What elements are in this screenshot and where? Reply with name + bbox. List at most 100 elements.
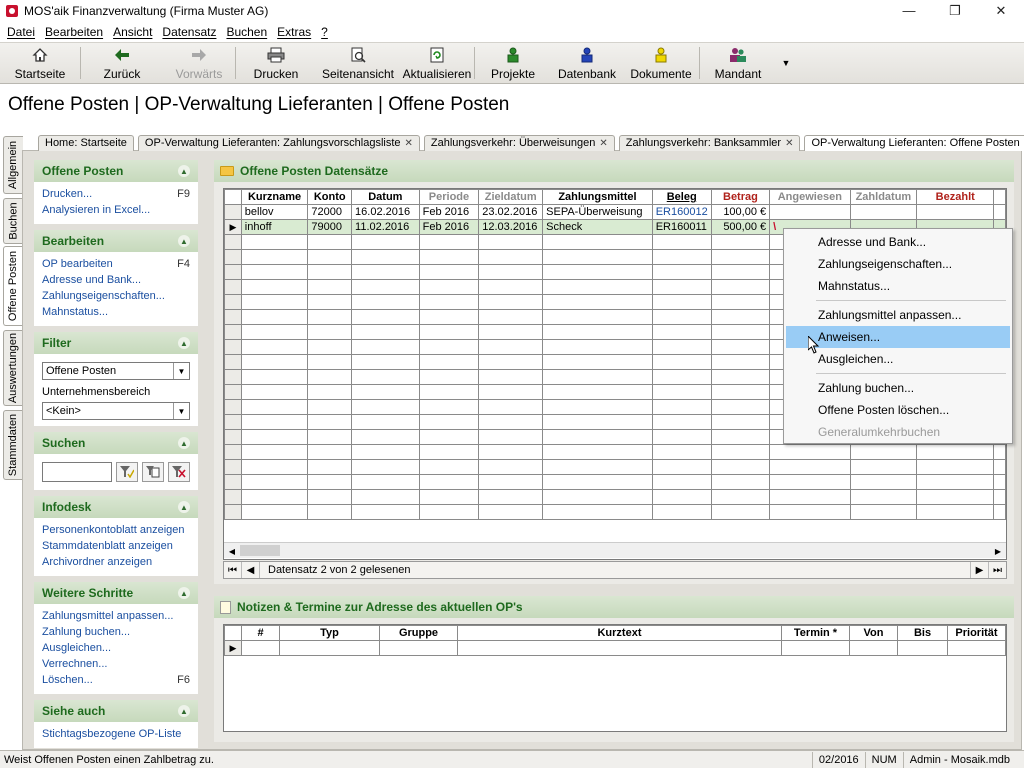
close-icon[interactable]: ✕ [599, 136, 607, 151]
link-drucken[interactable]: Drucken... F9 [42, 186, 190, 202]
close-icon[interactable]: ✕ [785, 136, 793, 151]
cell-betrag[interactable]: 100,00 € [710, 204, 771, 220]
link-adresse-bank[interactable]: Adresse und Bank... [42, 272, 190, 288]
menu-buchen[interactable]: Buchen [221, 25, 272, 39]
restore-button[interactable]: ❐ [932, 0, 978, 22]
link-stammdatenblatt[interactable]: Stammdatenblatt anzeigen [42, 538, 190, 554]
link-ausgleichen[interactable]: Ausgleichen... [42, 640, 190, 656]
row-pointer-icon[interactable]: ▶ [224, 640, 242, 656]
section-header[interactable]: Bearbeiten ▲ [34, 230, 198, 252]
tab-ueberweisungen[interactable]: Zahlungsverkehr: Überweisungen ✕ [423, 135, 615, 151]
col-von[interactable]: Von [849, 625, 898, 641]
chevron-down-icon[interactable]: ▼ [173, 363, 189, 379]
col-kurzname[interactable]: Kurzname [240, 189, 309, 205]
chevron-up-icon[interactable]: ▲ [178, 705, 190, 717]
aktualisieren-button[interactable]: Aktualisieren [400, 43, 474, 83]
col-nummer[interactable]: # [241, 625, 280, 641]
cell[interactable] [947, 640, 1006, 656]
cell-beleg-link[interactable]: ER160012 [651, 204, 712, 220]
col-typ[interactable]: Typ [279, 625, 380, 641]
drucken-button[interactable]: Drucken [236, 43, 316, 83]
projekte-button[interactable]: Projekte [475, 43, 551, 83]
close-icon[interactable]: ✕ [405, 136, 413, 151]
ctx-zahlung-buchen[interactable]: Zahlung buchen... [786, 377, 1010, 399]
cell[interactable] [457, 640, 782, 656]
col-kurztext[interactable]: Kurztext [457, 625, 782, 641]
section-header[interactable]: Siehe auch ▲ [34, 700, 198, 722]
menu-datensatz[interactable]: Datensatz [157, 25, 221, 39]
cell-periode[interactable]: Feb 2016 [418, 204, 480, 220]
cell-beleg[interactable]: ER160011 [651, 219, 712, 235]
tab-banksammler[interactable]: Zahlungsverkehr: Banksammler ✕ [618, 135, 801, 151]
link-verrechnen[interactable]: Verrechnen... [42, 656, 190, 672]
table-row[interactable]: bellov 72000 16.02.2016 Feb 2016 23.02.2… [224, 204, 1006, 220]
cell-konto[interactable]: 72000 [307, 204, 353, 220]
ctx-zahlungseigenschaften[interactable]: Zahlungseigenschaften... [786, 253, 1010, 275]
col-betrag[interactable]: Betrag [710, 189, 771, 205]
cell-datum[interactable]: 11.02.2016 [351, 219, 420, 235]
filter-form-icon[interactable] [142, 462, 164, 482]
vtab-offene-posten[interactable]: Offene Posten [3, 246, 23, 326]
scroll-right-icon[interactable]: ▶ [990, 543, 1006, 559]
link-excel[interactable]: Analysieren in Excel... [42, 202, 190, 218]
datenbank-button[interactable]: Datenbank [551, 43, 623, 83]
search-input[interactable] [42, 462, 112, 482]
vorwaerts-button[interactable]: Vorwärts [163, 43, 235, 83]
section-header[interactable]: Suchen ▲ [34, 432, 198, 454]
scroll-left-icon[interactable]: ◀ [224, 543, 240, 559]
chevron-up-icon[interactable]: ▲ [178, 337, 190, 349]
next-record-icon[interactable]: ▶ [970, 562, 988, 578]
col-bis[interactable]: Bis [897, 625, 948, 641]
mandant-button[interactable]: Mandant [700, 43, 776, 83]
horizontal-scrollbar[interactable]: ◀ ▶ [224, 542, 1006, 558]
mandant-dropdown-button[interactable]: ▼ [776, 43, 796, 83]
link-zahlungseigenschaften[interactable]: Zahlungseigenschaften... [42, 288, 190, 304]
section-header[interactable]: Filter ▲ [34, 332, 198, 354]
row-pointer-icon[interactable]: ▶ [224, 219, 242, 235]
cell[interactable] [849, 640, 898, 656]
cell-bezahlt[interactable] [916, 204, 995, 220]
cell-angewiesen[interactable] [769, 204, 851, 220]
menu-help[interactable]: ? [316, 25, 333, 39]
cell-zieldatum[interactable]: 12.03.2016 [478, 219, 544, 235]
cell-zahldatum[interactable] [849, 204, 918, 220]
row-header[interactable] [224, 204, 242, 220]
prev-record-icon[interactable]: ◀ [242, 562, 260, 578]
col-beleg[interactable]: Beleg [651, 189, 712, 205]
link-zahlung-buchen[interactable]: Zahlung buchen... [42, 624, 190, 640]
col-zahldatum[interactable]: Zahldatum [849, 189, 918, 205]
vtab-allgemein[interactable]: Allgemein [3, 136, 23, 194]
ctx-mahnstatus[interactable]: Mahnstatus... [786, 275, 1010, 297]
ctx-op-loeschen[interactable]: Offene Posten löschen... [786, 399, 1010, 421]
col-datum[interactable]: Datum [351, 189, 420, 205]
cell-zieldatum[interactable]: 23.02.2016 [478, 204, 544, 220]
col-konto[interactable]: Konto [307, 189, 353, 205]
cell[interactable] [279, 640, 380, 656]
chevron-up-icon[interactable]: ▲ [178, 501, 190, 513]
link-op-bearbeiten[interactable]: OP bearbeiten F4 [42, 256, 190, 272]
table-row[interactable]: ▶ [224, 640, 1006, 656]
chevron-up-icon[interactable]: ▲ [178, 235, 190, 247]
menu-extras[interactable]: Extras [272, 25, 316, 39]
cell-konto[interactable]: 79000 [307, 219, 353, 235]
col-angewiesen[interactable]: Angewiesen [769, 189, 851, 205]
vtab-stammdaten[interactable]: Stammdaten [3, 410, 23, 480]
link-zahlungsmittel[interactable]: Zahlungsmittel anpassen... [42, 608, 190, 624]
col-zahlungsmittel[interactable]: Zahlungsmittel [542, 189, 653, 205]
link-personenkontoblatt[interactable]: Personenkontoblatt anzeigen [42, 522, 190, 538]
section-header[interactable]: Infodesk ▲ [34, 496, 198, 518]
col-periode[interactable]: Periode [418, 189, 480, 205]
ctx-zahlungsmittel-anpassen[interactable]: Zahlungsmittel anpassen... [786, 304, 1010, 326]
menu-datei[interactable]: Datei [2, 25, 40, 39]
cell[interactable] [897, 640, 948, 656]
filter-apply-icon[interactable] [116, 462, 138, 482]
ctx-adresse-bank[interactable]: Adresse und Bank... [786, 231, 1010, 253]
chevron-down-icon[interactable]: ▼ [173, 403, 189, 419]
chevron-up-icon[interactable]: ▲ [178, 437, 190, 449]
first-record-icon[interactable]: ⏮ [224, 562, 242, 578]
filter-remove-icon[interactable] [168, 462, 190, 482]
cell-periode[interactable]: Feb 2016 [418, 219, 480, 235]
col-prioritaet[interactable]: Priorität [947, 625, 1006, 641]
scroll-thumb[interactable] [240, 545, 280, 556]
cell[interactable] [379, 640, 458, 656]
